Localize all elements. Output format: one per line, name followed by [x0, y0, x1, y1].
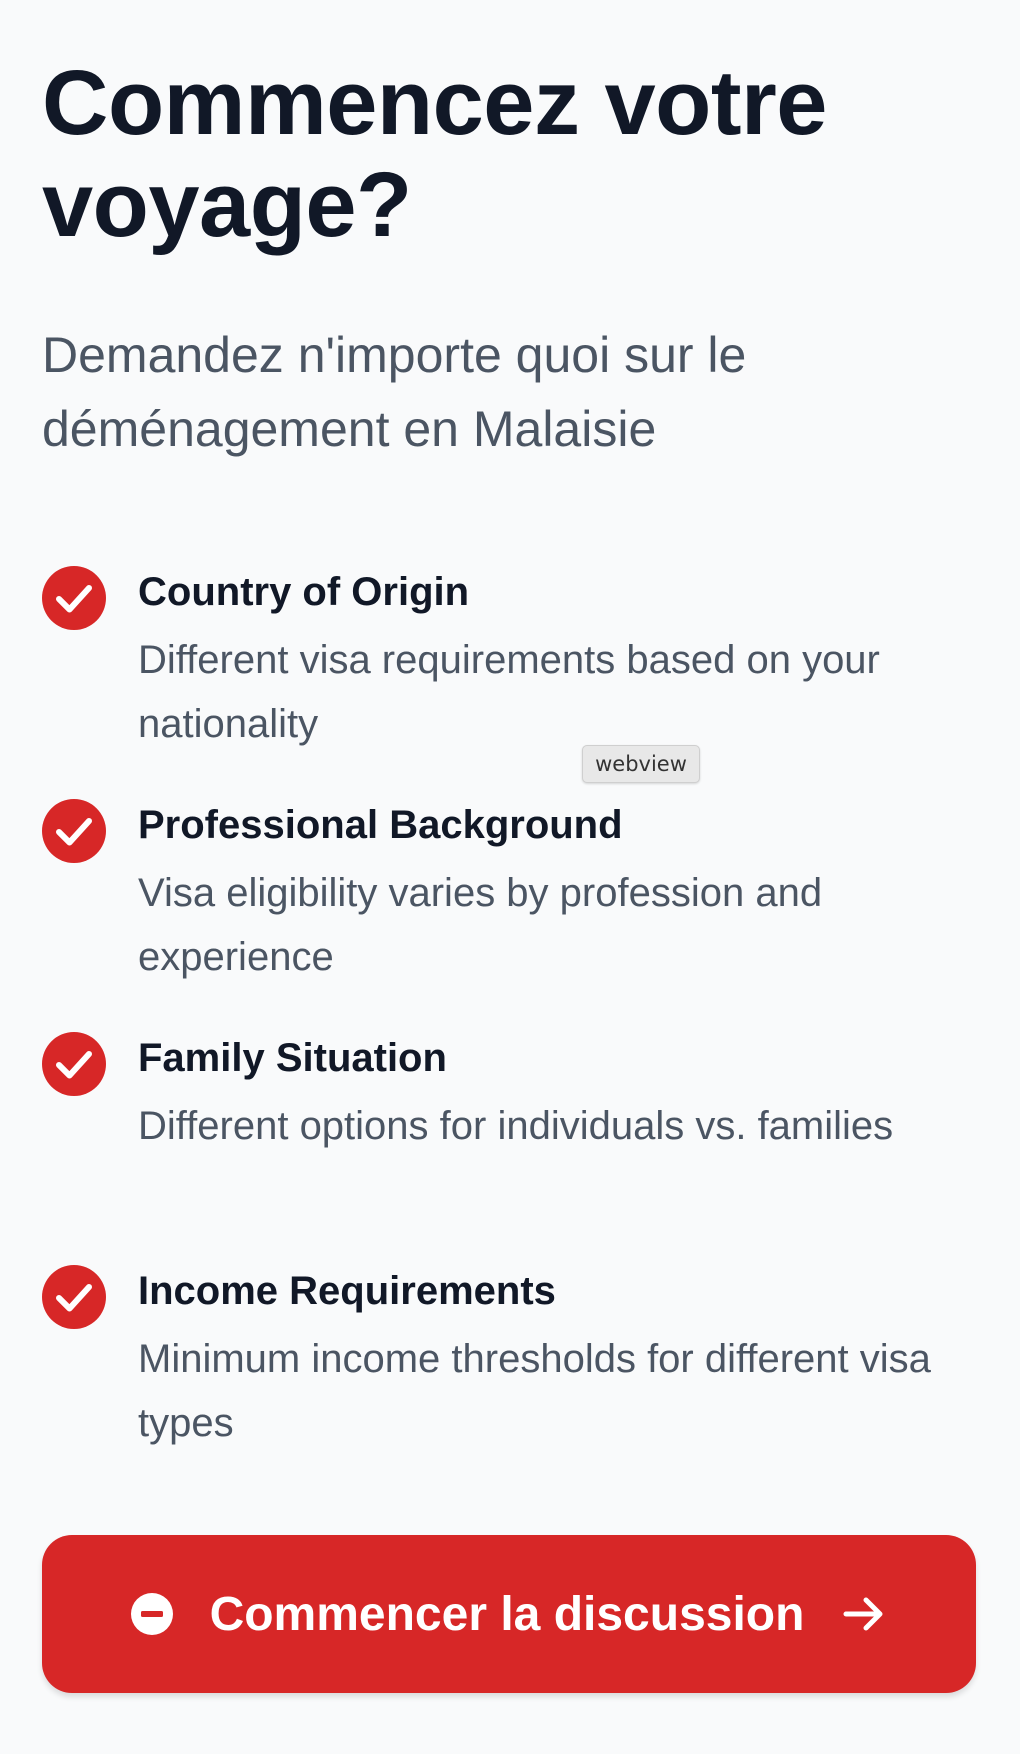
chat-bubble-icon: [130, 1592, 174, 1636]
feature-text: Professional Background Visa eligibility…: [138, 795, 998, 989]
page-title: Commencez votre voyage?: [42, 52, 827, 256]
feature-title: Country of Origin: [138, 570, 470, 614]
check-circle-icon: [42, 1265, 106, 1329]
feature-item-country-of-origin: Country of Origin Different visa require…: [42, 562, 982, 795]
feature-text: Income Requirements Minimum income thres…: [138, 1261, 998, 1455]
feature-text: Family Situation Different options for i…: [138, 1028, 998, 1158]
start-discussion-label: Commencer la discussion: [209, 1587, 805, 1641]
check-circle-icon: [42, 566, 106, 630]
feature-text: Country of Origin Different visa require…: [138, 562, 998, 756]
feature-title: Income Requirements: [138, 1269, 556, 1313]
feature-list: Country of Origin Different visa require…: [42, 562, 982, 1455]
feature-title: Family Situation: [138, 1036, 447, 1080]
check-circle-icon: [42, 1032, 106, 1096]
feature-description: Minimum income thresholds for different …: [138, 1337, 931, 1445]
page-content: Commencez votre voyage? Demandez n'impor…: [42, 52, 982, 1455]
page-subtitle: Demandez n'importe quoi sur le déménagem…: [42, 327, 747, 457]
feature-title: Professional Background: [138, 803, 623, 847]
feature-description: Different options for individuals vs. fa…: [138, 1104, 894, 1148]
feature-item-professional-background: Professional Background Visa eligibility…: [42, 795, 982, 1028]
feature-description: Different visa requirements based on you…: [138, 638, 880, 746]
start-discussion-button[interactable]: Commencer la discussion: [42, 1535, 976, 1693]
webview-tooltip: webview: [582, 745, 700, 783]
feature-description: Visa eligibility varies by profession an…: [138, 871, 823, 979]
feature-item-income-requirements: Income Requirements Minimum income thres…: [42, 1261, 982, 1455]
feature-item-family-situation: Family Situation Different options for i…: [42, 1028, 982, 1261]
check-circle-icon: [42, 799, 106, 863]
arrow-right-icon: [840, 1590, 888, 1638]
